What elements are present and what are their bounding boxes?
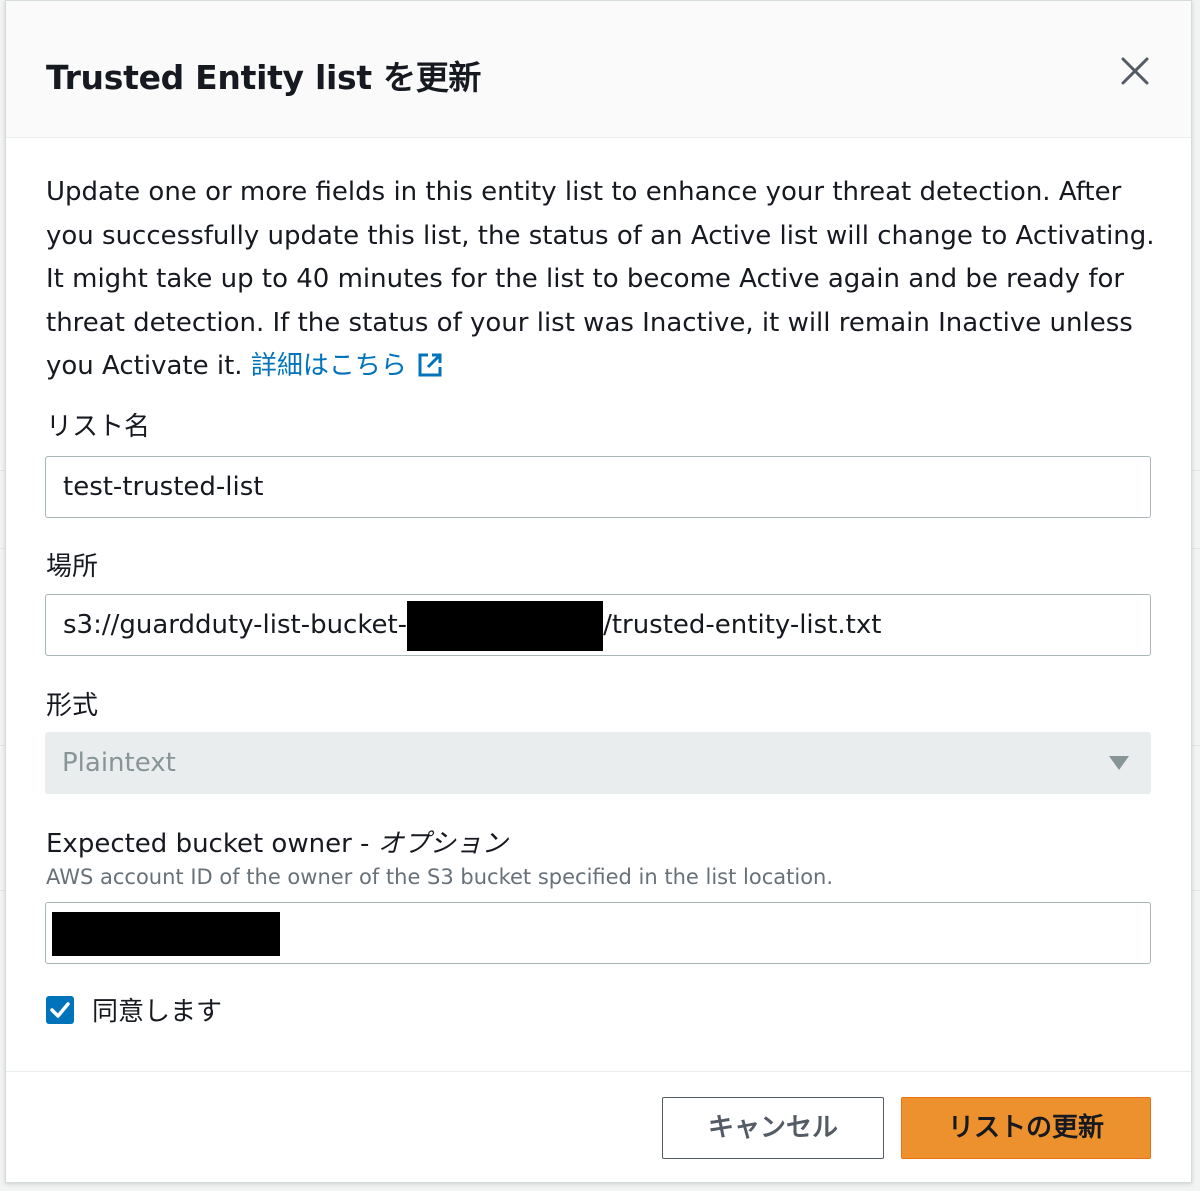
agree-label[interactable]: 同意します bbox=[92, 991, 222, 1028]
agree-checkbox[interactable] bbox=[46, 996, 74, 1024]
update-list-button[interactable]: リストの更新 bbox=[901, 1097, 1151, 1159]
caret-down-icon bbox=[1109, 756, 1129, 770]
description-text: Update one or more fields in this entity… bbox=[46, 177, 1155, 381]
bucket-owner-input[interactable] bbox=[45, 902, 1151, 964]
list-name-input[interactable]: test-trusted-list bbox=[45, 456, 1151, 518]
bucket-owner-label-text: Expected bucket owner - bbox=[46, 829, 378, 859]
format-select: Plaintext bbox=[45, 732, 1151, 794]
close-icon bbox=[1121, 57, 1149, 85]
learn-more-link[interactable]: 詳細はこちら bbox=[251, 351, 443, 381]
list-name-label: リスト名 bbox=[46, 412, 151, 442]
redacted-account-id bbox=[52, 911, 280, 956]
cancel-button[interactable]: キャンセル bbox=[662, 1097, 884, 1159]
close-button[interactable] bbox=[1117, 53, 1153, 89]
format-selected-value: Plaintext bbox=[62, 748, 176, 778]
location-value-suffix: /trusted-entity-list.txt bbox=[603, 610, 882, 640]
footer-divider bbox=[6, 1071, 1191, 1072]
learn-more-label: 詳細はこちら bbox=[250, 351, 407, 381]
location-value-prefix: s3://guardduty-list-bucket- bbox=[63, 610, 408, 640]
location-label: 場所 bbox=[46, 552, 99, 582]
redacted-bucket-id bbox=[407, 600, 604, 651]
bucket-owner-label: Expected bucket owner - オプション bbox=[46, 823, 508, 860]
modal-header: Trusted Entity list を更新 bbox=[6, 1, 1191, 138]
check-icon bbox=[50, 1002, 70, 1018]
format-label: 形式 bbox=[46, 691, 99, 721]
optional-tag: オプション bbox=[377, 829, 508, 859]
list-name-value: test-trusted-list bbox=[63, 472, 264, 502]
location-input[interactable]: s3://guardduty-list-bucket- /trusted-enti… bbox=[45, 594, 1151, 656]
modal-title: Trusted Entity list を更新 bbox=[46, 58, 482, 97]
external-link-icon bbox=[418, 353, 442, 377]
update-list-modal: Trusted Entity list を更新 Update one or mo… bbox=[5, 0, 1192, 1183]
modal-description: Update one or more fields in this entity… bbox=[46, 171, 1156, 389]
bucket-owner-description: AWS account ID of the owner of the S3 bu… bbox=[46, 865, 834, 889]
